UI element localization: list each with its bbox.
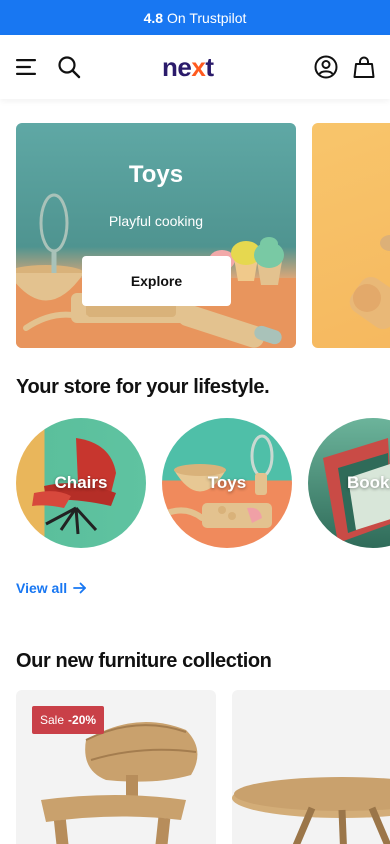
hero-card-toys[interactable]: Toys Playful cooking Explore xyxy=(16,123,296,348)
sale-badge-prefix: Sale xyxy=(40,713,65,727)
site-logo[interactable]: next xyxy=(162,53,214,81)
view-all-label: View all xyxy=(16,580,68,596)
product-carousel[interactable]: Sale -20% xyxy=(0,690,390,844)
hamburger-menu-icon xyxy=(16,59,36,75)
hero-subtitle: Playful cooking xyxy=(108,213,204,229)
sale-badge-value: -20% xyxy=(68,713,97,727)
trustpilot-bar[interactable]: 4.8 On Trustpilot xyxy=(0,0,390,35)
trustpilot-rating: 4.8 xyxy=(143,9,164,26)
arrow-right-icon xyxy=(73,582,87,594)
hero-illustration xyxy=(349,235,390,330)
collection-section-title: Our new furniture collection xyxy=(16,650,272,672)
site-header: next xyxy=(0,35,390,99)
category-chairs[interactable]: Chairs xyxy=(16,418,146,548)
cart-button[interactable] xyxy=(348,51,380,83)
category-carousel[interactable]: Chairs Toys Books xyxy=(0,418,390,548)
category-label: Books xyxy=(347,473,390,492)
hero-illustration xyxy=(16,193,296,348)
hero-card-next[interactable] xyxy=(312,123,390,348)
account-button[interactable] xyxy=(310,51,342,83)
category-label: Chairs xyxy=(54,473,108,492)
wooden-table-image xyxy=(232,777,390,844)
lifestyle-section-title: Your store for your lifestyle. xyxy=(16,376,270,398)
view-all-link[interactable]: View all xyxy=(16,580,87,596)
category-label: Toys xyxy=(207,473,247,492)
search-icon xyxy=(58,56,81,79)
category-books[interactable]: Books xyxy=(308,418,390,548)
hero-carousel[interactable]: Toys Playful cooking Explore xyxy=(0,123,390,348)
explore-button[interactable]: Explore xyxy=(82,256,231,306)
trustpilot-text: On Trustpilot xyxy=(167,9,247,26)
hero-title: Toys xyxy=(128,161,184,188)
logo-letter: x xyxy=(191,52,206,82)
shopping-bag-icon xyxy=(353,56,375,78)
category-toys[interactable]: Toys xyxy=(162,418,292,548)
product-card[interactable] xyxy=(232,690,390,844)
logo-letter: t xyxy=(205,52,214,82)
sale-badge: Sale -20% xyxy=(32,706,105,734)
search-button[interactable] xyxy=(53,51,85,83)
logo-letter: e xyxy=(177,52,192,82)
product-card[interactable]: Sale -20% xyxy=(16,690,216,844)
user-account-icon xyxy=(314,55,338,79)
logo-letter: n xyxy=(162,52,178,82)
menu-button[interactable] xyxy=(11,51,43,83)
